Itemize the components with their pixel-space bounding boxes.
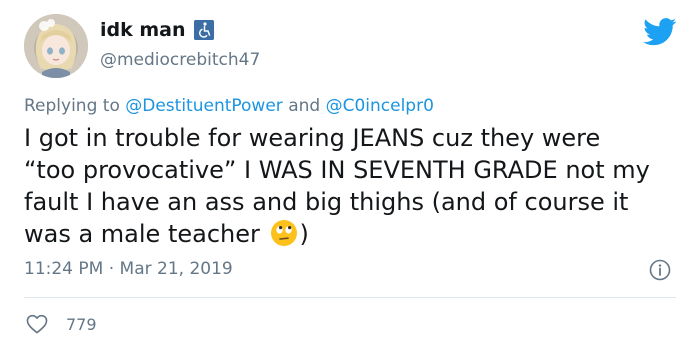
display-name-row: idk man xyxy=(100,18,260,42)
meta-separator: · xyxy=(108,259,115,279)
tweet-card: idk man @mediocrebitch47 Replying to @De… xyxy=(0,0,700,349)
avatar-image xyxy=(24,14,88,78)
accessibility-icon xyxy=(193,20,214,40)
avatar[interactable] xyxy=(24,14,88,78)
mention-link[interactable]: @DestituentPower xyxy=(125,96,283,116)
replying-to-label: Replying to xyxy=(24,96,120,116)
mention-link[interactable]: @C0incelpr0 xyxy=(326,96,434,116)
user-names: idk man @mediocrebitch47 xyxy=(100,18,260,71)
user-handle[interactable]: @mediocrebitch47 xyxy=(100,49,260,71)
like-count: 779 xyxy=(66,314,97,334)
like-action[interactable]: 779 xyxy=(26,312,97,336)
tweet-text: I got in trouble for wearing JEANS cuz t… xyxy=(24,122,654,250)
divider xyxy=(24,297,676,298)
tweet-meta: 11:24 PM · Mar 21, 2019 xyxy=(24,258,233,280)
heart-icon[interactable] xyxy=(26,314,48,334)
display-name[interactable]: idk man xyxy=(100,18,186,42)
replying-to-line: Replying to @DestituentPower and @C0ince… xyxy=(24,95,434,117)
tweet-date[interactable]: Mar 21, 2019 xyxy=(120,259,233,279)
eye-roll-emoji-icon xyxy=(270,219,298,247)
tweet-text-end: ) xyxy=(299,220,309,248)
tweet-time[interactable]: 11:24 PM xyxy=(24,259,103,279)
twitter-bird-icon[interactable] xyxy=(643,18,677,46)
replying-to-joiner: and xyxy=(288,96,321,116)
tweet-text-main: I got in trouble for wearing JEANS cuz t… xyxy=(24,124,650,248)
info-icon[interactable] xyxy=(649,259,671,281)
